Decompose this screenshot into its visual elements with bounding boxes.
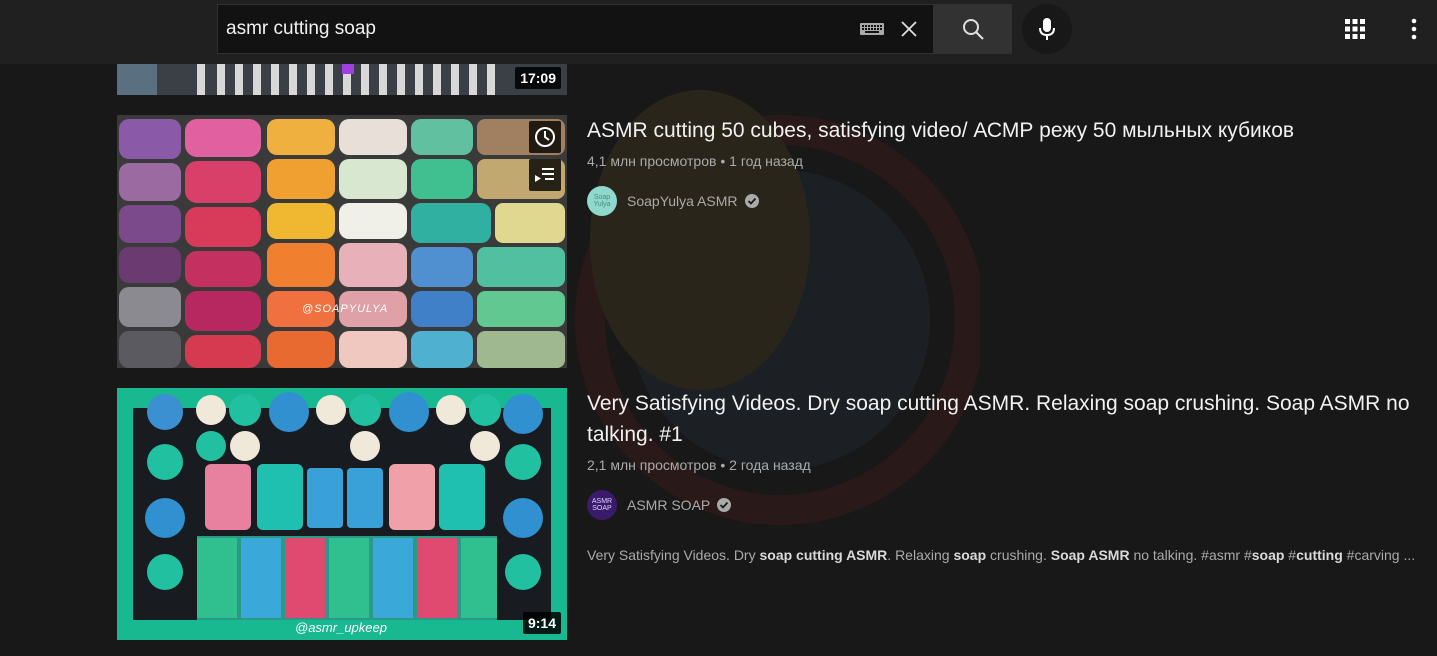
more-options-button[interactable] xyxy=(1402,14,1426,44)
meta-separator: • xyxy=(720,153,726,169)
clock-icon xyxy=(535,127,555,147)
channel-link[interactable]: Soap Yulya SoapYulya ASMR xyxy=(587,186,1437,216)
video-info: ASMR cutting 50 cubes, satisfying video/… xyxy=(587,115,1437,216)
verified-badge-icon xyxy=(717,498,732,512)
apps-button[interactable] xyxy=(1340,14,1370,44)
watch-later-button[interactable] xyxy=(529,121,561,153)
search-input[interactable] xyxy=(218,5,859,53)
video-metadata: 2,1 млн просмотров • 2 года назад xyxy=(587,456,1437,474)
voice-search-button[interactable] xyxy=(1022,4,1072,54)
queue-icon xyxy=(535,168,554,182)
video-description-snippet: Very Satisfying Videos. Dry soap cutting… xyxy=(587,547,1416,563)
keyboard-icon[interactable] xyxy=(859,21,885,37)
verified-badge-icon xyxy=(744,194,759,208)
search-button[interactable] xyxy=(933,4,1012,54)
upload-age: 2 года назад xyxy=(729,457,811,473)
meta-separator: • xyxy=(720,457,726,473)
search-box xyxy=(217,4,933,54)
more-vertical-icon xyxy=(1411,18,1417,40)
video-metadata: 4,1 млн просмотров • 1 год назад xyxy=(587,152,1437,170)
video-title[interactable]: Very Satisfying Videos. Dry soap cutting… xyxy=(587,388,1437,450)
thumbnail-watermark-text: @SOAPYULYA xyxy=(302,303,389,315)
clear-search-icon[interactable] xyxy=(899,19,919,39)
channel-link[interactable]: ASMR SOAP ASMR SOAP xyxy=(587,490,1437,520)
view-count: 2,1 млн просмотров xyxy=(587,457,717,473)
upload-age: 1 год назад xyxy=(729,153,803,169)
masthead xyxy=(0,0,1437,64)
video-info: Very Satisfying Videos. Dry soap cutting… xyxy=(587,388,1437,567)
channel-name[interactable]: ASMR SOAP xyxy=(627,497,710,513)
video-thumbnail[interactable]: @asmr_upkeep 9:14 xyxy=(117,388,567,640)
channel-name[interactable]: SoapYulya ASMR xyxy=(627,193,738,209)
video-duration: 17:09 xyxy=(515,67,561,89)
microphone-icon xyxy=(1039,18,1055,40)
search-icon xyxy=(962,19,984,40)
video-thumbnail[interactable]: @SOAPYULYA xyxy=(117,115,567,368)
view-count: 4,1 млн просмотров xyxy=(587,153,717,169)
add-to-queue-button[interactable] xyxy=(529,159,561,191)
channel-avatar[interactable]: Soap Yulya xyxy=(587,186,617,216)
channel-avatar[interactable]: ASMR SOAP xyxy=(587,490,617,520)
video-title[interactable]: ASMR cutting 50 cubes, satisfying video/… xyxy=(587,115,1437,146)
video-duration: 9:14 xyxy=(522,612,561,634)
apps-grid-icon xyxy=(1345,19,1365,39)
thumbnail-watermark-text: @asmr_upkeep xyxy=(295,620,387,635)
